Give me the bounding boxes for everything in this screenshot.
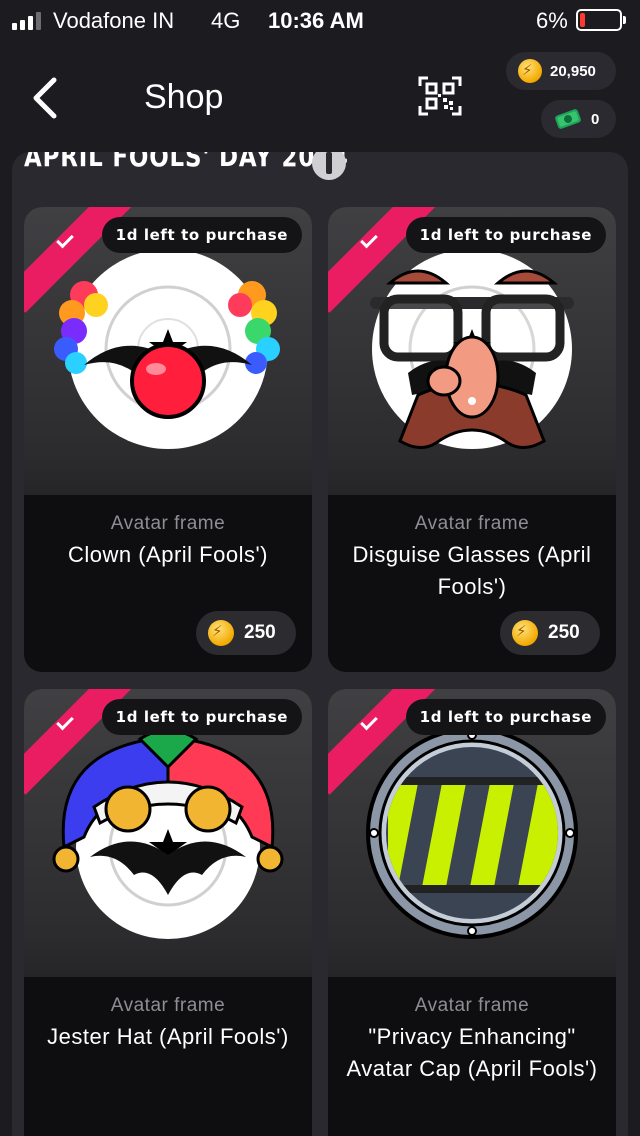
check-icon [56,230,74,249]
status-bar: Vodafone IN 4G 10:36 AM 6% [0,0,640,42]
back-button[interactable] [26,74,66,122]
network-type: 4G [211,8,241,33]
battery-percent: 6% [536,8,568,33]
qr-scan-icon [418,76,462,116]
item-price: 250 [548,622,580,643]
purchase-timer-badge: 1d left to purchase [405,699,606,735]
price-button[interactable]: 250 [500,611,600,655]
cash-icon [553,107,583,131]
purchase-timer-badge: 1d left to purchase [101,217,302,253]
coin-icon [518,59,542,83]
item-type: Avatar frame [110,995,226,1016]
shop-item-card[interactable]: 1d left to purchase Avatar frame Clown (… [24,207,312,672]
info-icon[interactable] [312,152,346,180]
carrier-label: Vodafone IN [53,8,175,33]
item-name: "Privacy Enhancing" Avatar Cap (April Fo… [346,1024,598,1081]
shop-section-panel: APRIL FOOLS' DAY 2024 1d left to purchas [12,152,628,1136]
shop-item-card[interactable]: 1d left to purchase Avatar frame Jester … [24,689,312,1136]
check-icon [360,712,378,731]
coin-icon [208,620,234,646]
money-balance: 0 [591,110,600,128]
section-title: APRIL FOOLS' DAY 2024 [24,152,349,173]
coins-balance-pill[interactable]: 20,950 [506,52,616,90]
chevron-left-icon [33,77,57,119]
coins-balance: 20,950 [550,62,596,80]
item-type: Avatar frame [110,513,226,534]
item-name: Disguise Glasses (April Fools') [352,542,592,599]
purchase-timer-badge: 1d left to purchase [405,217,606,253]
price-button[interactable]: 250 [196,611,296,655]
clock: 10:36 AM [268,8,364,33]
item-name: Clown (April Fools') [67,542,269,567]
check-icon [56,712,74,731]
shop-item-card[interactable]: 1d left to purchase Avatar frame Disguis… [328,207,616,672]
qr-scan-button[interactable] [418,76,462,116]
item-type: Avatar frame [414,513,530,534]
coin-icon [512,620,538,646]
battery-icon [576,9,626,31]
page-title: Shop [144,78,224,116]
purchase-timer-badge: 1d left to purchase [101,699,302,735]
item-type: Avatar frame [414,995,530,1016]
item-name: Jester Hat (April Fools') [47,1024,289,1049]
check-icon [360,230,378,249]
money-balance-pill[interactable]: 0 [541,100,616,138]
signal-icon [12,12,41,30]
shop-item-card[interactable]: 1d left to purchase Avatar frame "Privac… [328,689,616,1136]
item-price: 250 [244,622,276,643]
